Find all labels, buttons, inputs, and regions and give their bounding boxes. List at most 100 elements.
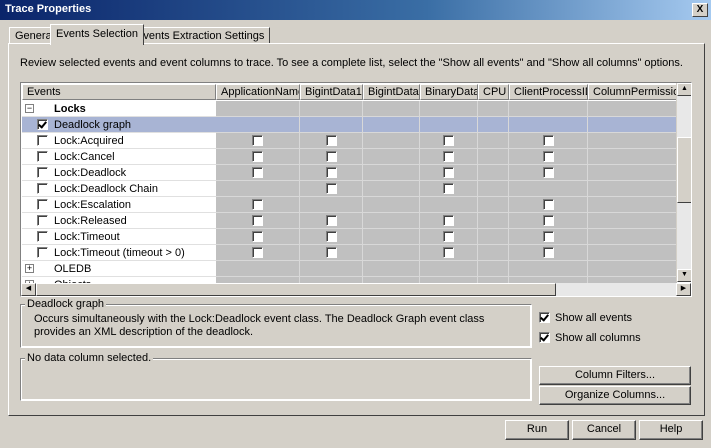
grid-cell <box>478 117 509 133</box>
event-row[interactable]: Lock:Deadlock <box>22 165 677 181</box>
event-row[interactable]: Deadlock graph <box>22 117 677 133</box>
vertical-scroll-thumb[interactable] <box>677 137 691 203</box>
event-checkbox[interactable] <box>37 231 48 242</box>
horizontal-scrollbar[interactable]: ◀ ▶ <box>21 283 691 296</box>
grid-cell <box>216 165 300 181</box>
event-checkbox[interactable] <box>37 183 48 194</box>
column-checkbox[interactable] <box>252 135 263 146</box>
event-checkbox[interactable] <box>37 247 48 258</box>
column-checkbox[interactable] <box>443 183 454 194</box>
column-checkbox[interactable] <box>543 135 554 146</box>
grid-cell <box>300 197 363 213</box>
column-checkbox[interactable] <box>443 247 454 258</box>
grid-cell <box>478 213 509 229</box>
column-checkbox[interactable] <box>252 247 263 258</box>
show-all-events-checkbox[interactable] <box>539 312 550 323</box>
column-checkbox[interactable] <box>252 231 263 242</box>
category-cell[interactable]: − Locks <box>22 101 216 117</box>
column-checkbox[interactable] <box>326 231 337 242</box>
grid-cell <box>478 165 509 181</box>
grid-cell <box>509 117 588 133</box>
event-checkbox[interactable] <box>37 151 48 162</box>
event-checkbox[interactable] <box>37 167 48 178</box>
column-header[interactable]: BinaryData <box>420 84 478 100</box>
column-checkbox[interactable] <box>252 199 263 210</box>
column-checkbox[interactable] <box>543 151 554 162</box>
column-header[interactable]: Events <box>22 84 216 100</box>
event-row[interactable]: Lock:Timeout <box>22 229 677 245</box>
grid-cell <box>363 181 420 197</box>
column-header[interactable]: ColumnPermissions <box>588 84 677 100</box>
column-header[interactable]: BigintData1 <box>300 84 363 100</box>
event-row[interactable]: Lock:Acquired <box>22 133 677 149</box>
event-cell[interactable]: Lock:Cancel <box>22 149 216 165</box>
column-checkbox[interactable] <box>326 151 337 162</box>
event-row[interactable]: Lock:Timeout (timeout > 0) <box>22 245 677 261</box>
column-checkbox[interactable] <box>443 167 454 178</box>
scroll-down-icon[interactable]: ▼ <box>677 269 691 282</box>
column-checkbox[interactable] <box>543 231 554 242</box>
column-checkbox[interactable] <box>326 247 337 258</box>
organize-columns-button[interactable]: Organize Columns... <box>539 386 691 405</box>
category-row[interactable]: + OLEDB <box>22 261 677 277</box>
cancel-button[interactable]: Cancel <box>572 420 636 440</box>
event-cell[interactable]: Lock:Deadlock Chain <box>22 181 216 197</box>
column-checkbox[interactable] <box>543 199 554 210</box>
event-cell[interactable]: Lock:Released <box>22 213 216 229</box>
scroll-right-icon[interactable]: ▶ <box>676 283 691 296</box>
column-checkbox[interactable] <box>443 135 454 146</box>
event-checkbox[interactable] <box>37 135 48 146</box>
column-header[interactable]: CPU <box>478 84 509 100</box>
scroll-left-icon[interactable]: ◀ <box>21 283 36 296</box>
scroll-up-icon[interactable]: ▲ <box>677 83 691 96</box>
horizontal-scroll-thumb[interactable] <box>36 283 556 296</box>
column-checkbox[interactable] <box>326 183 337 194</box>
grid-cell <box>509 181 588 197</box>
category-label: Locks <box>54 103 86 115</box>
column-checkbox[interactable] <box>443 151 454 162</box>
event-cell[interactable]: Lock:Timeout (timeout > 0) <box>22 245 216 261</box>
close-button[interactable]: X <box>692 3 708 17</box>
event-checkbox[interactable] <box>37 119 48 130</box>
column-checkbox[interactable] <box>443 231 454 242</box>
event-cell[interactable]: Lock:Timeout <box>22 229 216 245</box>
expand-collapse-icon[interactable]: − <box>25 104 34 113</box>
column-checkbox[interactable] <box>326 167 337 178</box>
column-checkbox[interactable] <box>543 247 554 258</box>
event-row[interactable]: Lock:Deadlock Chain <box>22 181 677 197</box>
event-cell[interactable]: Deadlock graph <box>22 117 216 133</box>
tab-events-extraction-settings[interactable]: Events Extraction Settings <box>130 27 271 44</box>
help-button[interactable]: Help <box>639 420 703 440</box>
column-checkbox[interactable] <box>443 215 454 226</box>
category-cell[interactable]: + OLEDB <box>22 261 216 277</box>
column-checkbox[interactable] <box>252 215 263 226</box>
column-filters-button[interactable]: Column Filters... <box>539 366 691 385</box>
event-checkbox[interactable] <box>37 199 48 210</box>
grid-cell <box>300 101 363 117</box>
column-checkbox[interactable] <box>543 215 554 226</box>
column-checkbox[interactable] <box>252 167 263 178</box>
tab-events-selection[interactable]: Events Selection <box>50 24 144 45</box>
column-header[interactable]: ClientProcessID <box>509 84 588 100</box>
vertical-scrollbar[interactable]: ▲ ▼ <box>676 83 691 282</box>
column-checkbox[interactable] <box>252 151 263 162</box>
column-checkbox[interactable] <box>543 167 554 178</box>
expand-collapse-icon[interactable]: + <box>25 264 34 273</box>
grid-cell <box>509 101 588 117</box>
category-row[interactable]: − Locks <box>22 101 677 117</box>
column-header[interactable]: ApplicationName <box>216 84 300 100</box>
event-row[interactable]: Lock:Cancel <box>22 149 677 165</box>
event-info-title: Deadlock graph <box>25 298 107 310</box>
column-checkbox[interactable] <box>326 215 337 226</box>
event-cell[interactable]: Lock:Deadlock <box>22 165 216 181</box>
event-checkbox[interactable] <box>37 215 48 226</box>
column-checkbox[interactable] <box>326 135 337 146</box>
event-row[interactable]: Lock:Escalation <box>22 197 677 213</box>
column-header[interactable]: BigintData2 <box>363 84 420 100</box>
show-all-columns-checkbox[interactable] <box>539 332 550 343</box>
run-button[interactable]: Run <box>505 420 569 440</box>
event-row[interactable]: Lock:Released <box>22 213 677 229</box>
grid-cell <box>509 229 588 245</box>
event-cell[interactable]: Lock:Acquired <box>22 133 216 149</box>
event-cell[interactable]: Lock:Escalation <box>22 197 216 213</box>
